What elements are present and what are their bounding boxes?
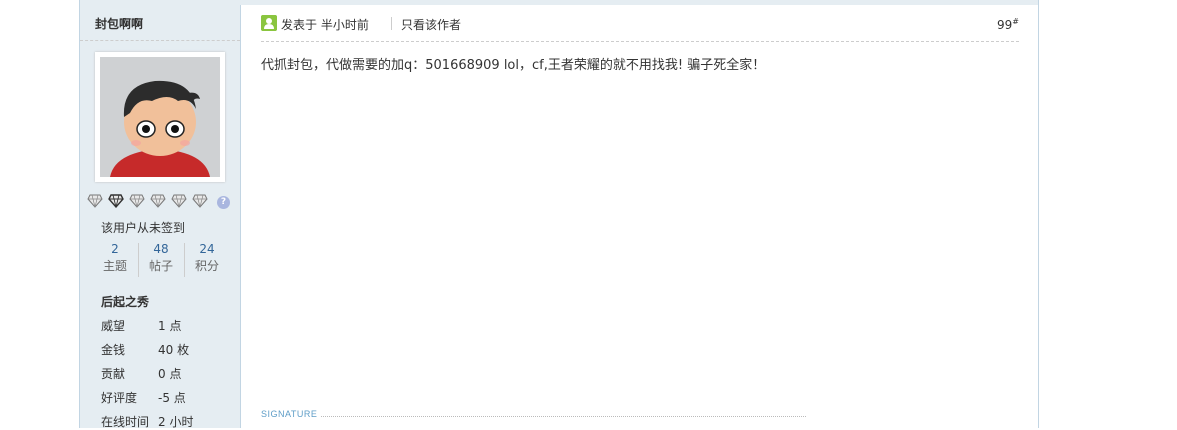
stat-value[interactable]: 2 xyxy=(92,241,138,257)
diamond-icon xyxy=(129,194,145,208)
stat-label: 积分 xyxy=(194,259,219,273)
divider xyxy=(80,40,240,41)
user-online-icon xyxy=(261,15,277,31)
diamond-icon xyxy=(87,194,103,208)
signature-label: SIGNATURE xyxy=(261,409,322,419)
help-icon[interactable]: ? xyxy=(217,196,230,209)
post-header: 发表于 半小时前 只看该作者 99# xyxy=(261,5,1019,42)
info-value: 0 点 xyxy=(158,367,182,381)
diamond-icon xyxy=(150,194,166,208)
signature-divider: SIGNATURE xyxy=(261,409,806,423)
info-value: 40 枚 xyxy=(158,343,190,357)
avatar[interactable] xyxy=(95,52,225,182)
author-stats: 2 主题 48 帖子 24 积分 xyxy=(92,241,230,279)
info-key: 好评度 xyxy=(101,391,138,405)
stat-points[interactable]: 24 积分 xyxy=(184,241,230,277)
user-rank[interactable]: 后起之秀 xyxy=(101,293,149,310)
diamond-icon xyxy=(192,194,208,208)
stat-threads[interactable]: 2 主题 xyxy=(92,241,138,277)
post-time: 发表于 半小时前 xyxy=(281,18,369,32)
floor-value: 99 xyxy=(997,18,1013,32)
stat-posts[interactable]: 48 帖子 xyxy=(138,241,184,277)
info-key: 贡献 xyxy=(101,367,126,381)
post-content: 发表于 半小时前 只看该作者 99# 代抓封包，代做需要的加q：50166890… xyxy=(241,5,1038,428)
diamond-icon xyxy=(171,194,187,208)
info-value: 2 小时 xyxy=(158,415,194,429)
stat-value[interactable]: 48 xyxy=(138,241,184,257)
avatar-image xyxy=(100,57,220,177)
post-message: 代抓封包，代做需要的加q：501668909 lol，cf,王者荣耀的就不用找我… xyxy=(261,58,766,73)
author-name[interactable]: 封包啊啊 xyxy=(95,15,143,32)
stat-label: 帖子 xyxy=(148,259,173,273)
info-key: 金钱 xyxy=(101,343,126,357)
info-value: 1 点 xyxy=(158,319,182,333)
medal-row: ? xyxy=(87,194,237,210)
floor-number[interactable]: 99# xyxy=(997,17,1019,32)
stat-label: 主题 xyxy=(102,259,127,273)
stat-value[interactable]: 24 xyxy=(184,241,230,257)
info-key: 在线时间 xyxy=(101,415,150,429)
info-value: -5 点 xyxy=(158,391,186,405)
diamond-icon xyxy=(108,194,124,208)
divider xyxy=(391,17,392,30)
post-container: 封包啊啊 ? 该用户从未签到 2 主题 48 帖子 24 积分 后起之秀 威望 … xyxy=(79,0,1039,429)
view-author-only-link[interactable]: 只看该作者 xyxy=(401,16,461,33)
divider xyxy=(261,416,806,417)
floor-mark: # xyxy=(1012,17,1019,26)
signin-status: 该用户从未签到 xyxy=(101,221,186,235)
author-sidebar: 封包啊啊 ? 该用户从未签到 2 主题 48 帖子 24 积分 后起之秀 威望 … xyxy=(80,5,241,429)
info-key: 威望 xyxy=(101,319,126,333)
